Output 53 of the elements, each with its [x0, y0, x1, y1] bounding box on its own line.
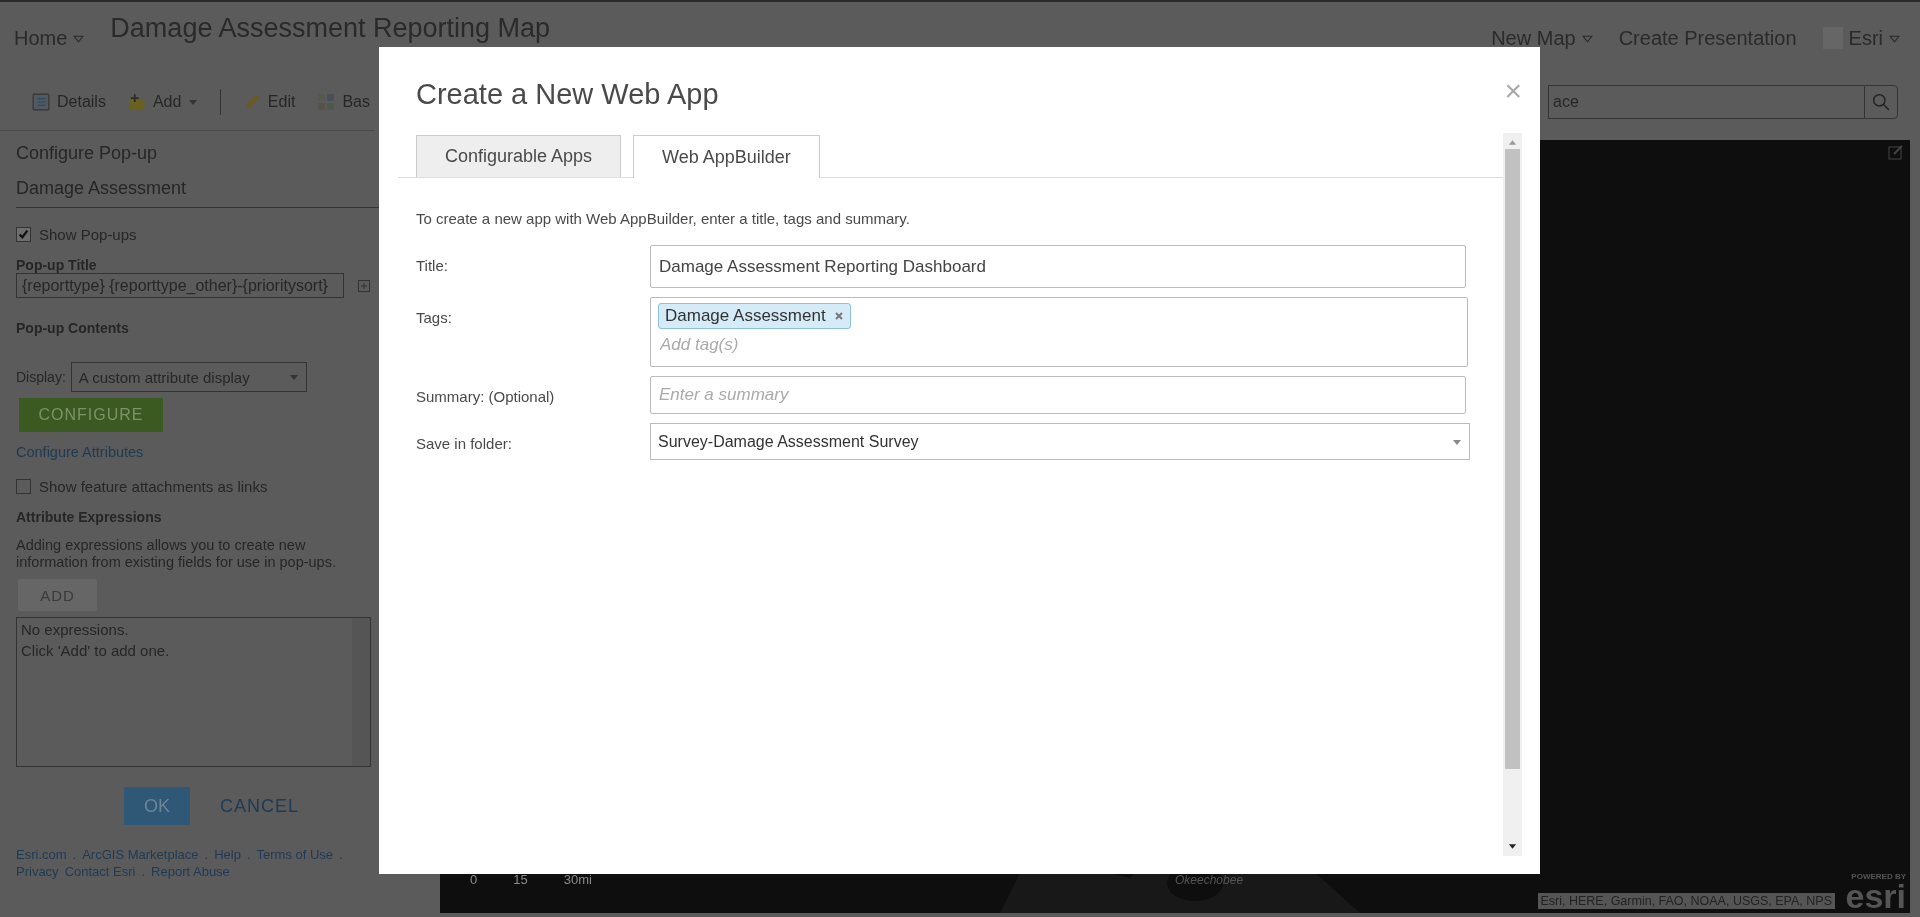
scale-label: 15 [513, 872, 528, 887]
checkbox[interactable] [16, 479, 31, 494]
scrollbar[interactable] [352, 618, 370, 766]
scale-label: 30mi [563, 872, 592, 887]
caret-icon [288, 373, 299, 381]
separator: . [141, 864, 146, 879]
search-icon [1872, 93, 1890, 111]
cancel-button[interactable]: CANCEL [220, 795, 300, 817]
scroll-up-icon[interactable] [1508, 139, 1517, 147]
field-label: Save in folder: [416, 434, 513, 452]
footer-link[interactable]: ArcGIS Marketplace [82, 847, 199, 862]
field-label: Tags: [416, 308, 453, 326]
edit-icon[interactable] [1888, 144, 1904, 160]
summary-field[interactable]: Enter a summary [650, 376, 1466, 414]
remove-icon[interactable] [833, 311, 844, 321]
separator: . [339, 847, 343, 862]
place-label: Okeechobee [1175, 873, 1244, 887]
footer-link[interactable]: Contact Esri [64, 864, 136, 879]
close-button[interactable]: × [1504, 74, 1522, 108]
dialog-title: Create a New Web App [415, 76, 719, 111]
scale-label: 0 [470, 872, 478, 887]
search-button[interactable] [1864, 85, 1898, 119]
ok-button[interactable]: OK [124, 787, 190, 825]
scroll-down-icon[interactable] [1508, 842, 1517, 850]
intro-text: To create a new app with Web AppBuilder, enter a title, tags and summary. [416, 210, 911, 227]
tag-chip[interactable]: Damage Assessment [658, 303, 851, 329]
field-label: Title: [416, 256, 449, 274]
configure-attributes-link[interactable]: Configure Attributes [16, 444, 375, 460]
separator: . [246, 847, 251, 862]
tab[interactable]: Configurable Apps [416, 135, 622, 177]
logo-caption: POWERED BY [1851, 872, 1906, 881]
esri-logo: esri [1845, 881, 1906, 911]
document-icon [32, 93, 50, 111]
plus-icon[interactable] [358, 279, 370, 292]
pencil-icon [242, 93, 261, 111]
field-label: Summary: (Optional) [416, 387, 556, 405]
footer-link[interactable]: Esri.com [16, 847, 67, 862]
checkbox[interactable] [16, 227, 31, 242]
title-field[interactable]: Damage Assessment Reporting Dashboard [650, 245, 1466, 288]
footer-link[interactable]: Privacy [16, 864, 59, 879]
footer-link[interactable]: Help [214, 847, 241, 862]
add-layer-icon [127, 93, 146, 111]
tags-field[interactable]: Damage Assessment Add tag(s) [650, 297, 1468, 367]
configure-button[interactable]: CONFIGURE [19, 398, 163, 432]
footer-link[interactable]: Terms of Use [256, 847, 334, 862]
footer-link[interactable]: Report Abuse [151, 864, 230, 879]
caret-icon [1452, 437, 1462, 446]
scrollbar[interactable] [1503, 133, 1522, 856]
folder-select[interactable]: Survey-Damage Assessment Survey [650, 423, 1470, 460]
tab[interactable]: Web AppBuilder [633, 135, 820, 178]
separator: . [204, 847, 209, 862]
separator: . [72, 847, 77, 862]
tag-text: Damage Assessment [665, 306, 826, 326]
